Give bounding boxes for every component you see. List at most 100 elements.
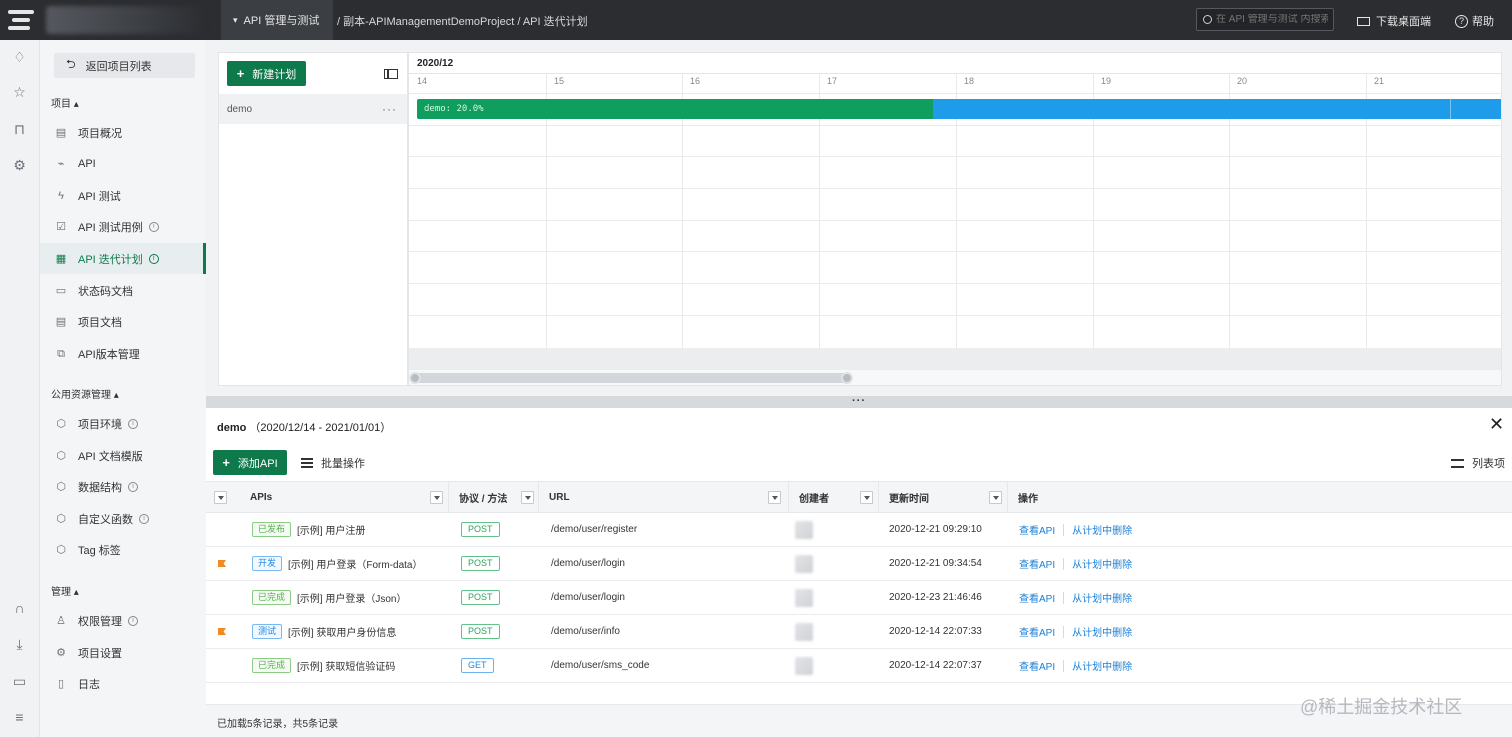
api-cell[interactable]: 已完成 [示例] 用户登录（Json）	[252, 581, 406, 614]
view-api-link[interactable]: 查看API	[1019, 522, 1055, 537]
row-gridline	[409, 283, 1501, 284]
view-api-link[interactable]: 查看API	[1019, 624, 1055, 639]
info-icon[interactable]: i	[128, 418, 138, 429]
sidebar-item-api-plan[interactable]: ▦ API 迭代计划 i	[40, 243, 206, 274]
table-row[interactable]: 已完成 [示例] 获取短信验证码 GET/demo/user/sms_code 202…	[206, 649, 1512, 683]
sidebar-item-label: API 文档模版	[78, 450, 143, 463]
table-row[interactable]: 开发 [示例] 用户登录（Form-data） POST/demo/user/log…	[206, 547, 1512, 581]
gantt-scroll-thumb[interactable]	[412, 373, 850, 383]
bell-icon[interactable]: ♢	[12, 50, 27, 65]
shirt-icon[interactable]: ⊓	[12, 122, 27, 137]
sidebar-item-doc-template[interactable]: ⬡ API 文档模版	[40, 440, 206, 471]
sidebar-item-version[interactable]: ⧉ API版本管理	[40, 338, 206, 369]
section-title-manage[interactable]: 管理 ▴	[51, 583, 79, 598]
sidebar-item-log[interactable]: ▯ 日志	[40, 668, 206, 699]
batch-operation-button[interactable]: 批量操作	[301, 455, 365, 471]
view-api-link[interactable]: 查看API	[1019, 658, 1055, 673]
sidebar-item-data-structure[interactable]: ⬡ 数据结构 i	[40, 471, 206, 502]
drag-handle-icon[interactable]: ···	[852, 396, 866, 407]
remove-from-plan-link[interactable]: 从计划中删除	[1072, 556, 1132, 571]
remove-from-plan-link[interactable]: 从计划中删除	[1072, 658, 1132, 673]
api-name[interactable]: [示例] 用户登录（Form-data）	[288, 556, 422, 571]
table-row[interactable]: 已完成 [示例] 用户登录（Json） POST/demo/user/login 20…	[206, 581, 1512, 615]
menu-icon[interactable]: ≡	[12, 710, 27, 725]
app-logo-icon[interactable]	[8, 8, 34, 32]
remove-from-plan-link[interactable]: 从计划中删除	[1072, 522, 1132, 537]
filter-url-icon[interactable]	[768, 491, 781, 504]
col-header-apis[interactable]: APIs	[240, 482, 449, 512]
headset-icon[interactable]: ∩	[12, 601, 27, 616]
gear-icon[interactable]: ⚙	[12, 158, 27, 173]
search-input[interactable]	[1216, 14, 1328, 25]
download-icon[interactable]: ⤓	[12, 637, 27, 652]
sidebar-item-project-doc[interactable]: ▤ 项目文档	[40, 306, 206, 337]
sidebar-item-api-test[interactable]: ϟ API 测试	[40, 180, 206, 211]
api-cell[interactable]: 已发布 [示例] 用户注册	[252, 513, 365, 546]
filter-creator-icon[interactable]	[860, 491, 873, 504]
remove-from-plan-link[interactable]: 从计划中删除	[1072, 624, 1132, 639]
scroll-handle-right[interactable]	[841, 372, 853, 384]
api-name[interactable]: [示例] 用户登录（Json）	[297, 590, 406, 605]
sidebar-item-settings[interactable]: ⚙ 项目设置	[40, 637, 206, 668]
api-name[interactable]: [示例] 获取用户身份信息	[288, 624, 396, 639]
filter-apis-icon[interactable]	[430, 491, 443, 504]
api-cell[interactable]: 开发 [示例] 用户登录（Form-data）	[252, 547, 422, 580]
section-title-resources[interactable]: 公用资源管理 ▴	[51, 386, 119, 401]
api-cell[interactable]: 测试 [示例] 获取用户身份信息	[252, 615, 396, 648]
url-cell: /demo/user/login	[551, 558, 625, 569]
sidebar-item-env[interactable]: ⬡ 项目环境 i	[40, 408, 206, 439]
select-all-dropdown[interactable]	[214, 491, 227, 504]
back-to-projects-button[interactable]: ⮌ 返回项目列表	[54, 53, 195, 78]
api-cell[interactable]: 已完成 [示例] 获取短信验证码	[252, 649, 395, 682]
table-row[interactable]: 已发布 [示例] 用户注册 POST/demo/user/register 2020-…	[206, 513, 1512, 547]
doc2-icon: ▤	[55, 315, 67, 328]
keyboard-icon[interactable]: ▭	[12, 674, 27, 689]
col-header-url[interactable]: URL	[539, 482, 789, 512]
sidebar-item-status-doc[interactable]: ▭ 状态码文档	[40, 275, 206, 306]
table-row[interactable]: 测试 [示例] 获取用户身份信息 POST/demo/user/info 2020-1…	[206, 615, 1512, 649]
sidebar-item-api-testcase[interactable]: ☑ API 测试用例 i	[40, 211, 206, 242]
api-name[interactable]: [示例] 获取短信验证码	[297, 658, 395, 673]
help-button[interactable]: ? 帮助	[1455, 13, 1494, 29]
global-search[interactable]	[1196, 8, 1334, 31]
url-cell: /demo/user/info	[551, 626, 620, 637]
sidebar-item-functions[interactable]: ⬡ 自定义函数 i	[40, 503, 206, 534]
api-name[interactable]: [示例] 用户注册	[297, 522, 365, 537]
blurred-workspace-name	[46, 6, 206, 34]
close-icon[interactable]: ✕	[1489, 414, 1504, 435]
header-label: APIs	[250, 491, 273, 503]
sidebar-item-tags[interactable]: ⬡ Tag 标签	[40, 534, 206, 565]
plan-bar-remaining[interactable]	[933, 99, 1501, 119]
section-title-project[interactable]: 项目 ▴	[51, 95, 79, 110]
protocol-cell: POST	[461, 547, 500, 580]
sidebar-item-permissions[interactable]: ♙ 权限管理 i	[40, 605, 206, 636]
panel-splitter[interactable]: ···	[206, 396, 1512, 408]
filter-updated-icon[interactable]	[989, 491, 1002, 504]
add-api-button[interactable]: + 添加API	[213, 450, 287, 475]
star-icon[interactable]: ☆	[12, 85, 27, 100]
filter-protocol-icon[interactable]	[521, 491, 534, 504]
plan-bar-progress[interactable]: demo: 20.0%	[417, 99, 933, 119]
sidebar-item-label: 项目设置	[78, 647, 122, 660]
more-icon[interactable]: ···	[382, 102, 397, 116]
view-api-link[interactable]: 查看API	[1019, 590, 1055, 605]
divider	[1063, 523, 1065, 536]
view-api-link[interactable]: 查看API	[1019, 556, 1055, 571]
back-label: 返回项目列表	[85, 60, 152, 73]
row-gridline	[409, 93, 1501, 94]
info-icon[interactable]: i	[139, 513, 149, 524]
info-icon[interactable]: i	[128, 615, 138, 626]
info-icon[interactable]: i	[148, 221, 159, 232]
new-plan-button[interactable]: + 新建计划	[227, 61, 306, 86]
module-switcher[interactable]: ▾ API 管理与测试	[221, 0, 333, 40]
info-icon[interactable]: i	[148, 253, 159, 264]
sidebar-item-api[interactable]: ⌁ API	[40, 148, 206, 179]
plan-item[interactable]: demo ···	[219, 94, 407, 124]
download-desktop-button[interactable]: 下载桌面端	[1357, 13, 1431, 29]
info-icon[interactable]: i	[128, 481, 138, 492]
toggle-panel-icon[interactable]	[384, 69, 398, 79]
scroll-handle-left[interactable]	[409, 372, 421, 384]
remove-from-plan-link[interactable]: 从计划中删除	[1072, 590, 1132, 605]
sidebar-item-overview[interactable]: ▤ 项目概况	[40, 117, 206, 148]
column-settings-button[interactable]: 列表项	[1451, 455, 1505, 471]
